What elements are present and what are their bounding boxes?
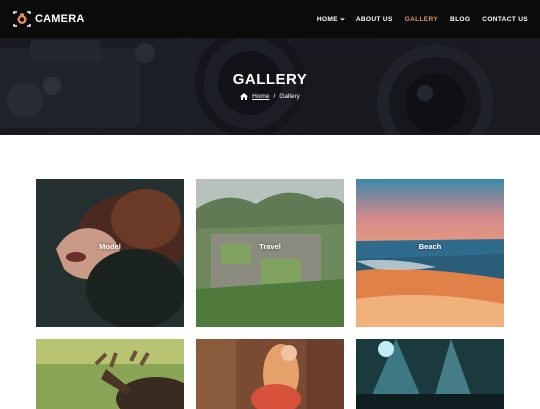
page-hero-banner: GALLERY Home / Gallery xyxy=(0,38,540,135)
nav-item-home[interactable]: HOME xyxy=(316,15,345,23)
gallery-item-travel[interactable]: Travel xyxy=(196,179,344,327)
nav-item-label: CONTACT US xyxy=(482,15,528,23)
main-menu: HOME ABOUT US GALLERY BLOG CONTACT US xyxy=(317,0,528,38)
gallery-item-portrait[interactable] xyxy=(196,339,344,409)
gallery-image xyxy=(356,179,504,327)
gallery-item-beach[interactable]: Beach xyxy=(356,179,504,327)
gallery-image xyxy=(356,339,504,409)
nav-item-about-us[interactable]: ABOUT US xyxy=(356,16,393,23)
gallery-item-label: Beach xyxy=(418,242,442,251)
breadcrumb-current: Gallery xyxy=(279,93,300,100)
gallery-image xyxy=(36,339,184,409)
brand-logo[interactable]: CAMERA xyxy=(12,11,84,27)
nav-item-blog[interactable]: BLOG xyxy=(450,16,470,23)
page-title: GALLERY xyxy=(232,71,308,88)
nav-item-label: HOME xyxy=(316,15,338,23)
breadcrumb-separator: / xyxy=(273,93,276,100)
top-navbar: CAMERA HOME ABOUT US GALLERY BLOG CONTAC… xyxy=(0,0,540,38)
home-icon xyxy=(240,93,249,100)
breadcrumb: Home / Gallery xyxy=(0,93,540,100)
camera-icon xyxy=(13,11,31,27)
breadcrumb-home-link[interactable]: Home xyxy=(252,93,269,100)
gallery-item-label: Model xyxy=(99,242,121,251)
nav-item-label: GALLERY xyxy=(404,15,439,23)
brand-name: CAMERA xyxy=(35,13,85,25)
gallery-item-label: Travel xyxy=(259,242,281,251)
chevron-down-icon xyxy=(340,15,345,21)
gallery-item-concert[interactable] xyxy=(356,339,504,409)
gallery-image xyxy=(36,179,184,327)
gallery-image xyxy=(196,179,344,327)
gallery-image xyxy=(196,339,344,409)
gallery-item-wildlife[interactable] xyxy=(36,339,184,409)
gallery-item-model[interactable]: Model xyxy=(36,179,184,327)
nav-item-label: BLOG xyxy=(450,15,471,23)
nav-item-label: ABOUT US xyxy=(355,15,393,23)
nav-item-gallery[interactable]: GALLERY xyxy=(405,16,438,23)
nav-item-contact-us[interactable]: CONTACT US xyxy=(482,16,528,23)
